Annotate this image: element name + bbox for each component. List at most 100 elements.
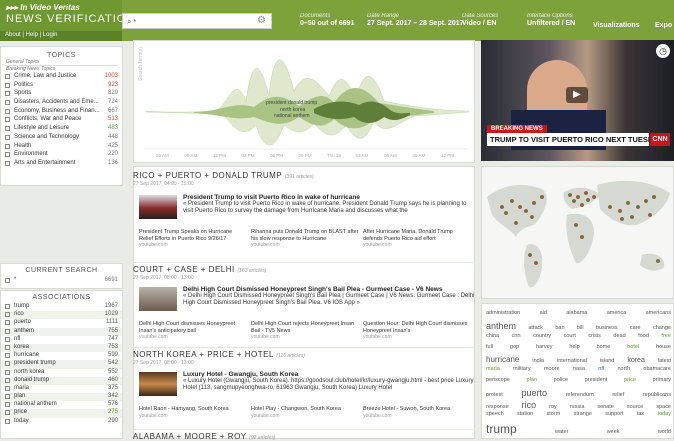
checkbox[interactable] bbox=[5, 394, 10, 400]
checkbox[interactable] bbox=[5, 152, 10, 158]
world-map-panel[interactable] bbox=[481, 166, 674, 299]
tag-americans[interactable]: americans bbox=[646, 310, 671, 316]
association-row[interactable]: national anthem 576 bbox=[1, 401, 122, 409]
checkbox[interactable] bbox=[5, 320, 10, 326]
article-thumbnail[interactable] bbox=[139, 195, 177, 219]
nav-visualizations[interactable]: Visualizations bbox=[593, 22, 640, 29]
tag-tax[interactable]: tax bbox=[637, 411, 644, 417]
association-row[interactable]: hurricane 599 bbox=[1, 352, 122, 360]
map-marker[interactable] bbox=[532, 201, 536, 205]
association-row[interactable]: korea 753 bbox=[1, 343, 122, 353]
article-cluster-4[interactable]: ALABAMA + MOORE + ROY (92 articles) bbox=[133, 429, 473, 441]
tag-referendum[interactable]: referendum bbox=[566, 392, 594, 398]
article-headline[interactable]: Delhi High Court Dismissed Honeypreet Si… bbox=[183, 286, 475, 293]
topic-row[interactable]: Science and Technology 448 bbox=[1, 134, 122, 143]
map-marker[interactable] bbox=[524, 209, 528, 213]
tag-hurricane[interactable]: hurricane bbox=[486, 355, 519, 364]
data-sources-selector[interactable]: Data Sources Video / EN bbox=[462, 13, 498, 27]
tag-world[interactable]: world bbox=[658, 429, 671, 435]
checkbox[interactable] bbox=[5, 126, 10, 132]
map-marker[interactable] bbox=[540, 195, 544, 199]
gear-icon[interactable]: ⚙ bbox=[257, 15, 266, 26]
checkbox[interactable] bbox=[5, 328, 10, 334]
tag-aid[interactable]: aid bbox=[540, 310, 547, 316]
tag-anthem[interactable]: anthem bbox=[486, 321, 516, 331]
tag-obamacare[interactable]: obamacare bbox=[643, 366, 671, 372]
tag-nfl[interactable]: nfl bbox=[598, 366, 604, 372]
nav-export[interactable]: Expo bbox=[655, 22, 672, 29]
video-player[interactable]: ▶ ◷ BREAKING NEWS TRUMP TO VISIT PUERTO … bbox=[481, 40, 674, 161]
related-article[interactable]: After Hurricane Maria, Donald Trump defe… bbox=[363, 229, 471, 249]
tag-maria[interactable]: maria bbox=[486, 366, 500, 372]
map-marker[interactable] bbox=[580, 203, 584, 207]
tag-international[interactable]: international bbox=[557, 358, 587, 364]
tag-court[interactable]: court bbox=[564, 333, 576, 339]
related-article[interactable]: Question Hour: Delhi High Court dismisse… bbox=[363, 321, 471, 341]
map-marker[interactable] bbox=[580, 235, 584, 239]
tag-roy[interactable]: roy bbox=[549, 404, 557, 410]
tag-today[interactable]: today bbox=[657, 411, 670, 417]
general-topics-label[interactable]: General Topics bbox=[5, 59, 118, 66]
tag-cnn[interactable]: cnn bbox=[512, 333, 521, 339]
tag-full[interactable]: full bbox=[486, 344, 493, 350]
association-row[interactable]: plan 342 bbox=[1, 393, 122, 402]
tag-hotel[interactable]: hotel bbox=[627, 344, 639, 350]
map-marker[interactable] bbox=[510, 199, 514, 203]
topic-row[interactable]: Disasters, Accidents and Eme... 724 bbox=[1, 99, 122, 108]
tag-republicans[interactable]: republicans bbox=[643, 392, 671, 398]
association-row[interactable]: rico 1029 bbox=[1, 311, 122, 320]
map-marker[interactable] bbox=[636, 205, 640, 209]
tag-home[interactable]: home bbox=[597, 344, 611, 350]
related-article[interactable]: Hotel Play - Changwon, South Korea youtub… bbox=[251, 406, 359, 419]
tag-space[interactable]: space bbox=[656, 404, 671, 410]
related-article[interactable]: Delhi High Court rejects Honeypreet Insa… bbox=[251, 321, 359, 341]
checkbox[interactable] bbox=[5, 100, 10, 106]
current-search-row[interactable]: * 6691 bbox=[1, 277, 122, 286]
map-marker[interactable] bbox=[504, 211, 508, 215]
tag-help[interactable]: help bbox=[569, 344, 579, 350]
tag-president[interactable]: president bbox=[585, 377, 608, 383]
tag-food[interactable]: food bbox=[638, 333, 649, 339]
world-map[interactable] bbox=[482, 167, 674, 300]
checkbox[interactable] bbox=[5, 418, 10, 424]
tag-price[interactable]: price bbox=[624, 377, 636, 383]
tag-source[interactable]: source bbox=[627, 404, 644, 410]
map-marker[interactable] bbox=[586, 198, 590, 202]
tag-gop[interactable]: gop bbox=[510, 344, 519, 350]
map-marker[interactable] bbox=[652, 195, 656, 199]
tag-rico[interactable]: rico bbox=[522, 400, 537, 410]
checkbox[interactable] bbox=[5, 353, 10, 359]
checkbox[interactable] bbox=[5, 344, 10, 350]
related-article[interactable]: Delhi High Court dismisses Honeypreet In… bbox=[139, 321, 247, 341]
map-marker[interactable] bbox=[568, 193, 572, 197]
tag-north[interactable]: north bbox=[617, 366, 630, 372]
tag-country[interactable]: country bbox=[533, 333, 551, 339]
checkbox[interactable] bbox=[5, 312, 10, 318]
topic-row[interactable]: Lifestyle and Leisure 483 bbox=[1, 125, 122, 134]
related-article[interactable]: Breeze Hotel - Suwon, South Korea youtube… bbox=[363, 406, 471, 419]
map-marker[interactable] bbox=[500, 205, 504, 209]
checkbox[interactable] bbox=[5, 82, 10, 88]
tag-police[interactable]: police bbox=[554, 377, 568, 383]
tag-change[interactable]: change bbox=[653, 325, 671, 331]
date-range-selector[interactable]: Date Range 27 Sept. 2017 – 28 Sept. 2017 bbox=[367, 13, 464, 27]
account-links[interactable]: About | Help | Login bbox=[0, 31, 122, 41]
search-input[interactable]: ⌕ * ⚙ bbox=[122, 13, 272, 29]
association-row[interactable]: donald trump 460 bbox=[1, 376, 122, 385]
checkbox[interactable] bbox=[5, 134, 10, 140]
association-row[interactable]: anthem 755 bbox=[1, 327, 122, 336]
association-row[interactable]: president trump 542 bbox=[1, 360, 122, 369]
related-article[interactable]: President Trump Speaks on Hurricane Reli… bbox=[139, 229, 247, 249]
tag-ban[interactable]: ban bbox=[555, 325, 564, 331]
checkbox[interactable] bbox=[5, 74, 10, 79]
map-marker[interactable] bbox=[584, 191, 588, 195]
map-marker[interactable] bbox=[608, 205, 612, 209]
checkbox[interactable] bbox=[5, 160, 10, 166]
topic-row[interactable]: Conflicts, War and Peace 513 bbox=[1, 116, 122, 125]
tag-nasa[interactable]: nasa bbox=[573, 366, 585, 372]
association-row[interactable]: trump 1967 bbox=[1, 303, 122, 311]
checkbox[interactable] bbox=[5, 336, 10, 342]
map-marker[interactable] bbox=[648, 213, 652, 217]
checkbox[interactable] bbox=[5, 402, 10, 408]
checkbox[interactable] bbox=[5, 278, 10, 283]
